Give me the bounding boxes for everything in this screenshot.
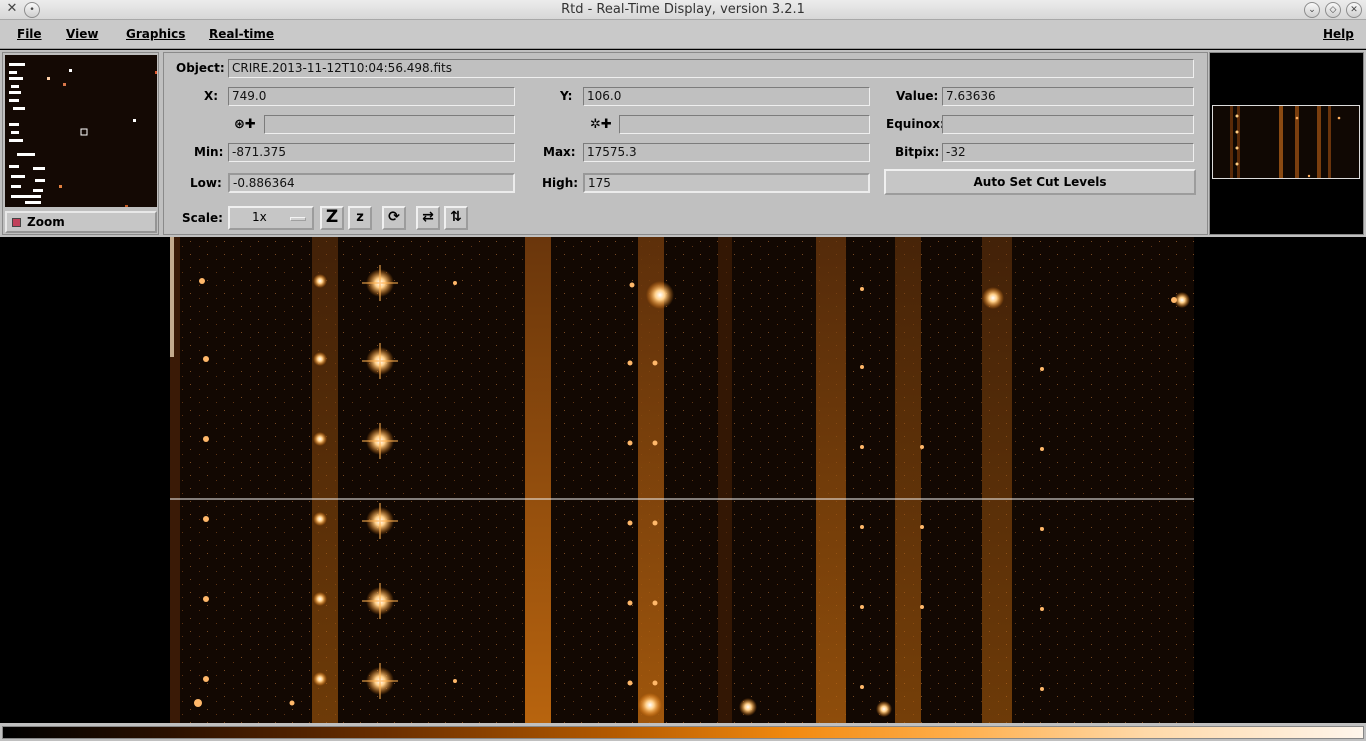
min-field: -871.375 bbox=[228, 143, 515, 162]
max-label: Max: bbox=[543, 145, 576, 159]
dec-crosshair-icon: ✲✚ bbox=[590, 117, 612, 132]
pan-image bbox=[1230, 106, 1341, 178]
zoom-toggle-button[interactable]: Zoom bbox=[5, 211, 157, 233]
object-label: Object: bbox=[176, 61, 225, 75]
scale-select[interactable]: 1x bbox=[228, 206, 314, 230]
high-cut-input[interactable]: 175 bbox=[583, 173, 870, 193]
dec-field bbox=[619, 115, 870, 134]
min-label: Min: bbox=[194, 145, 224, 159]
scale-value: 1x bbox=[252, 210, 267, 224]
colorbar-ramp[interactable] bbox=[2, 726, 1364, 739]
ra-field bbox=[264, 115, 515, 134]
low-label: Low: bbox=[190, 176, 222, 190]
colorbar bbox=[0, 723, 1366, 741]
y-label: Y: bbox=[560, 89, 573, 103]
y-field: 106.0 bbox=[583, 87, 870, 106]
rotate-icon[interactable]: ⟳ bbox=[382, 206, 406, 230]
control-panel: Zoom Object: CRIRE.2013-11-12T10:04:56.4… bbox=[0, 50, 1366, 237]
menu-realtime[interactable]: Real-time bbox=[209, 27, 274, 41]
x-label: X: bbox=[204, 89, 219, 103]
zoom-out-button[interactable]: z bbox=[348, 206, 372, 230]
zoom-panel: Zoom bbox=[2, 52, 159, 235]
flip-y-icon[interactable]: ⇅ bbox=[444, 206, 468, 230]
scale-label: Scale: bbox=[182, 211, 223, 225]
menu-view[interactable]: View bbox=[66, 27, 98, 41]
value-field: 7.63636 bbox=[942, 87, 1194, 106]
high-label: High: bbox=[542, 176, 579, 190]
zoom-in-button[interactable]: Z bbox=[320, 206, 344, 230]
zoom-image bbox=[9, 63, 157, 207]
ra-crosshair-icon: ⊛✚ bbox=[234, 117, 256, 132]
close-icon[interactable]: ✕ bbox=[1346, 2, 1362, 18]
flip-x-icon[interactable]: ⇄ bbox=[416, 206, 440, 230]
equinox-field bbox=[942, 115, 1194, 134]
menu-bar: File View Graphics Real-time Help bbox=[0, 20, 1366, 49]
window-title: Rtd - Real-Time Display, version 3.2.1 bbox=[561, 2, 805, 17]
scale-menu-indicator bbox=[290, 217, 306, 221]
image-display[interactable] bbox=[0, 237, 1366, 723]
minimize-icon[interactable]: ⌄ bbox=[1304, 2, 1320, 18]
pan-thumbnail[interactable] bbox=[1212, 105, 1360, 179]
menu-graphics[interactable]: Graphics bbox=[126, 27, 185, 41]
pan-panel bbox=[1209, 52, 1364, 235]
spectrum-image bbox=[170, 237, 1194, 723]
value-label: Value: bbox=[896, 89, 939, 103]
auto-set-cut-levels-button[interactable]: Auto Set Cut Levels bbox=[884, 169, 1196, 195]
zoom-view bbox=[5, 55, 157, 207]
menu-file[interactable]: File bbox=[17, 27, 42, 41]
bitpix-label: Bitpix: bbox=[895, 145, 940, 159]
title-bar: ✕ • Rtd - Real-Time Display, version 3.2… bbox=[0, 0, 1366, 20]
object-field: CRIRE.2013-11-12T10:04:56.498.fits bbox=[228, 59, 1194, 78]
equinox-label: Equinox: bbox=[886, 117, 945, 131]
bitpix-field: -32 bbox=[942, 143, 1194, 162]
zoom-label: Zoom bbox=[27, 215, 65, 229]
zoom-checkbox[interactable] bbox=[12, 218, 21, 227]
fits-image[interactable] bbox=[170, 237, 1194, 723]
low-cut-input[interactable]: -0.886364 bbox=[228, 173, 515, 193]
info-panel: Object: CRIRE.2013-11-12T10:04:56.498.fi… bbox=[163, 52, 1208, 235]
x-field: 749.0 bbox=[228, 87, 515, 106]
maximize-icon[interactable]: ◇ bbox=[1325, 2, 1341, 18]
max-field: 17575.3 bbox=[583, 143, 870, 162]
menu-help[interactable]: Help bbox=[1323, 27, 1354, 41]
